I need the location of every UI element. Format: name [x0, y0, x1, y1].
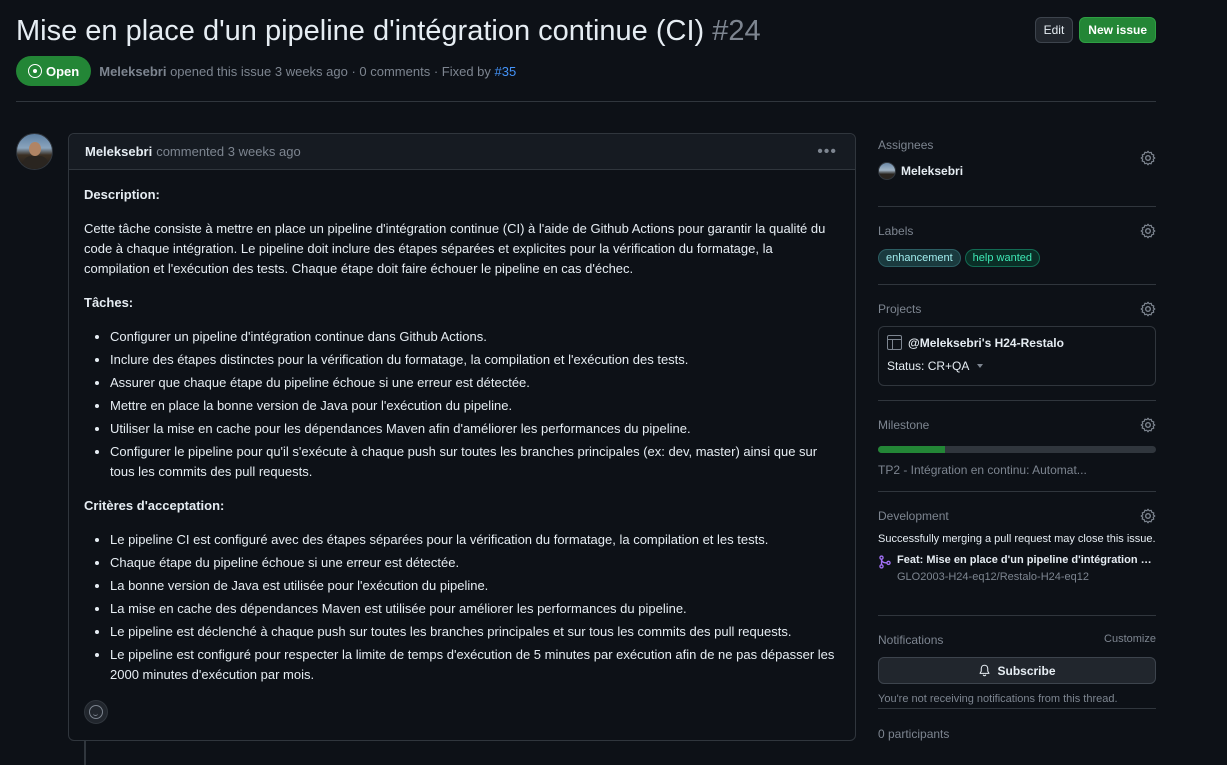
list-item: Mettre en place la bonne version de Java… [110, 396, 840, 416]
fixed-by-link[interactable]: #35 [495, 64, 517, 79]
gear-icon[interactable] [1140, 417, 1156, 433]
issue-page: Mise en place d'un pipeline d'intégratio… [0, 0, 1227, 765]
participants-count: 0 participants [878, 727, 950, 741]
comment-header: Meleksebri commented 3 weeks ago ••• [69, 134, 855, 170]
list-item: Le pipeline est déclenché à chaque push … [110, 622, 840, 642]
linked-pull-request[interactable]: Feat: Mise en place d'un pipeline d'inté… [878, 554, 1156, 569]
new-issue-button[interactable]: New issue [1079, 17, 1156, 43]
description-heading: Description: [84, 187, 160, 202]
list-item: Le pipeline CI est configuré avec des ét… [110, 530, 840, 550]
pr-repo: GLO2003-H24-eq12/Restalo-H24-eq12 [897, 571, 1090, 583]
list-item: Configurer le pipeline pour qu'il s'exéc… [110, 442, 840, 482]
assignees-section: Assignees Meleksebri [878, 138, 1156, 207]
issue-author[interactable]: Meleksebri [99, 64, 166, 79]
issue-title: Mise en place d'un pipeline d'intégratio… [16, 15, 705, 47]
label-help-wanted[interactable]: help wanted [964, 249, 1040, 267]
milestone-name[interactable]: TP2 - Intégration en continu: Automat... [878, 463, 1156, 477]
notifications-section: Notifications Customize Subscribe You're… [878, 616, 1156, 709]
label-enhancement[interactable]: enhancement [878, 249, 961, 267]
labels-title[interactable]: Labels [878, 224, 1156, 238]
status-badge: Open [16, 56, 92, 86]
issue-meta-text: opened this issue 3 weeks ago · 0 commen… [170, 63, 491, 79]
timeline-line [84, 740, 86, 765]
bell-icon [979, 664, 990, 677]
comment-body: Description: Cette tâche consiste à mett… [69, 170, 855, 685]
notifications-note: You're not receiving notifications from … [878, 693, 1118, 705]
labels-section: Labels enhancement help wanted [878, 207, 1156, 285]
list-item: Chaque étape du pipeline échoue si une e… [110, 553, 840, 573]
header-buttons: Edit New issue [1034, 17, 1156, 43]
assignee[interactable]: Meleksebri [878, 162, 1156, 180]
issue-header: Mise en place d'un pipeline d'intégratio… [16, 12, 1156, 50]
list-item: La mise en cache des dépendances Maven e… [110, 599, 840, 619]
milestone-title[interactable]: Milestone [878, 418, 1156, 432]
avatar [878, 162, 896, 180]
issue-number: #24 [712, 15, 761, 47]
table-icon [887, 335, 902, 350]
issue-meta: Open Meleksebri opened this issue 3 week… [16, 56, 516, 86]
gear-icon[interactable] [1140, 150, 1156, 166]
milestone-progress-fill [878, 446, 945, 453]
more-options-icon[interactable]: ••• [817, 143, 837, 161]
issue-open-icon [28, 64, 42, 78]
project-status: Status: CR+QA [887, 359, 970, 373]
projects-section: Projects @Meleksebri's H24-Restalo Statu… [878, 285, 1156, 401]
comment-time[interactable]: commented 3 weeks ago [156, 144, 301, 159]
chevron-down-icon [977, 364, 984, 368]
criteria-list: Le pipeline CI est configuré avec des ét… [110, 530, 840, 685]
milestone-section: Milestone TP2 - Intégration en continu: … [878, 401, 1156, 492]
edit-button[interactable]: Edit [1034, 17, 1074, 43]
pr-title: Feat: Mise en place d'un pipeline d'inté… [897, 554, 1152, 566]
subscribe-button[interactable]: Subscribe [878, 657, 1156, 684]
gear-icon[interactable] [1140, 301, 1156, 317]
gear-icon[interactable] [1140, 508, 1156, 524]
comment-author[interactable]: Meleksebri [85, 144, 152, 159]
subscribe-label: Subscribe [997, 663, 1056, 678]
customize-link[interactable]: Customize [1104, 633, 1156, 645]
list-item: Configurer un pipeline d'intégration con… [110, 327, 840, 347]
development-text: Successfully merging a pull request may … [878, 533, 1156, 545]
participants-section: 0 participants [878, 709, 1156, 741]
status-label: Open [46, 63, 80, 79]
list-item: Inclure des étapes distinctes pour la vé… [110, 350, 840, 370]
project-name: @Meleksebri's H24-Restalo [908, 335, 1064, 350]
add-reaction-button[interactable] [84, 700, 108, 724]
gear-icon[interactable] [1140, 223, 1156, 239]
project-link[interactable]: @Meleksebri's H24-Restalo [887, 335, 1147, 350]
issue-comment: Meleksebri commented 3 weeks ago ••• Des… [68, 133, 856, 741]
list-item: La bonne version de Java est utilisée po… [110, 576, 840, 596]
project-status-dropdown[interactable]: Status: CR+QA [887, 359, 1147, 373]
description-text: Cette tâche consiste à mettre en place u… [84, 221, 826, 276]
avatar-body [23, 156, 48, 169]
labels-list: enhancement help wanted [878, 249, 1156, 267]
avatar[interactable] [16, 133, 53, 170]
tasks-list: Configurer un pipeline d'intégration con… [110, 327, 840, 482]
projects-title[interactable]: Projects [878, 302, 1156, 316]
list-item: Assurer que chaque étape du pipeline éch… [110, 373, 840, 393]
header-divider [16, 101, 1156, 102]
list-item: Utiliser la mise en cache pour les dépen… [110, 419, 840, 439]
criteria-heading: Critères d'acceptation: [84, 498, 225, 513]
assignee-name: Meleksebri [901, 164, 964, 178]
merged-pr-icon [879, 555, 891, 569]
page-title: Mise en place d'un pipeline d'intégratio… [16, 12, 1156, 50]
smiley-icon [89, 705, 103, 719]
project-card: @Meleksebri's H24-Restalo Status: CR+QA [878, 326, 1156, 386]
avatar-face [29, 142, 41, 156]
development-title[interactable]: Development [878, 509, 1156, 523]
assignees-title[interactable]: Assignees [878, 138, 1156, 152]
milestone-progress-bar [878, 446, 1156, 453]
list-item: Le pipeline est configuré pour respecter… [110, 645, 840, 685]
development-section: Development Successfully merging a pull … [878, 492, 1156, 616]
sidebar: Assignees Meleksebri Labels enhancement … [878, 138, 1156, 741]
tasks-heading: Tâches: [84, 295, 134, 310]
